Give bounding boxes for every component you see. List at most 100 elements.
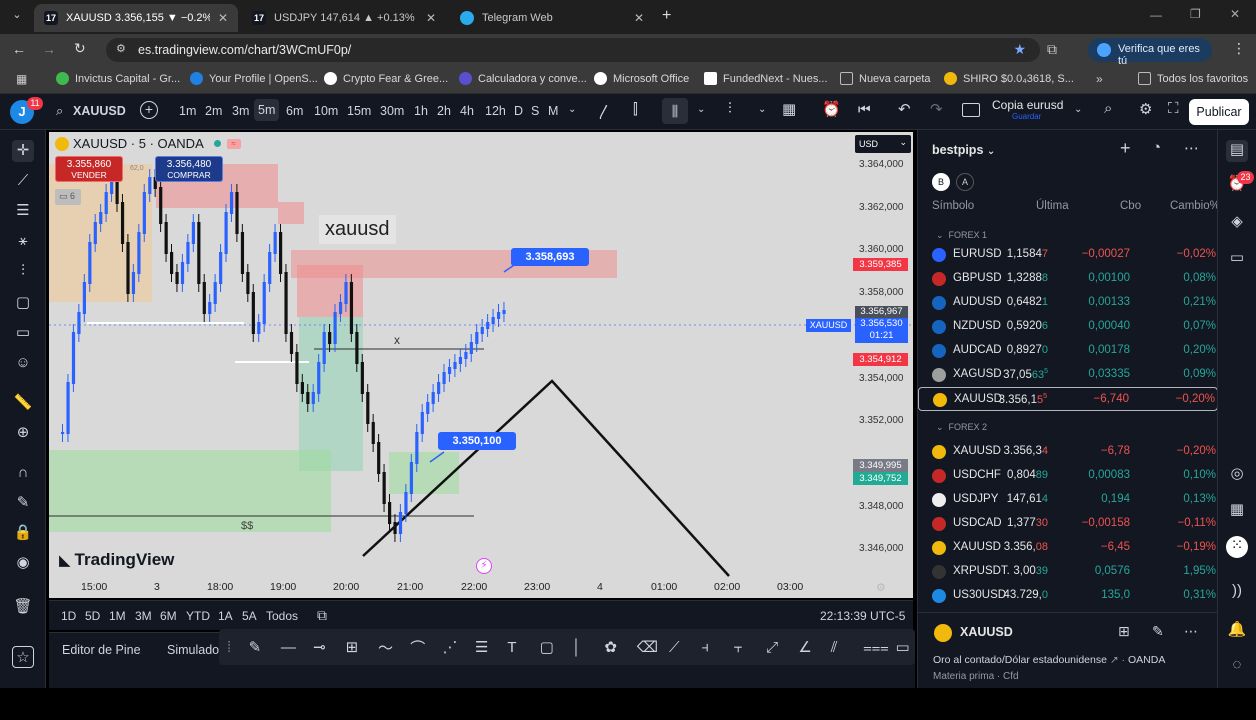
range-3M[interactable]: 3M (135, 609, 152, 623)
interval-2m[interactable]: 2m (205, 104, 222, 118)
external-link-icon[interactable]: ↗ · (1110, 654, 1128, 666)
measure-icon[interactable]: ⤢ (766, 639, 798, 656)
chevron-down-icon[interactable]: ⌄ (697, 104, 705, 115)
publish-button[interactable]: Publicar (1189, 99, 1249, 125)
range-1A[interactable]: 1A (218, 609, 233, 623)
watchlist-row[interactable]: USDJPY 147,614 0,194 0,13% (918, 488, 1218, 512)
currency-select[interactable]: USD ⌄ (855, 135, 911, 153)
clock[interactable]: 22:13:39 UTC-5 (820, 609, 905, 623)
range-Todos[interactable]: Todos (266, 609, 298, 623)
rectangle-icon[interactable]: ▢ (540, 638, 572, 656)
watchlist-title[interactable]: bestpips ⌄ (932, 143, 995, 157)
quantity-field[interactable]: ▭ 6 (55, 189, 81, 205)
fullscreen-icon[interactable]: ⛶ (1168, 100, 1179, 117)
pen-icon[interactable]: ✎ (249, 638, 281, 656)
pattern-icon[interactable]: ⋰ (443, 638, 475, 656)
watchlist-row[interactable]: US30USD 43.729,0 135,0 0,31% (918, 584, 1218, 608)
watchlist-row[interactable]: XAUUSD 3.356,08 −6,45 −0,19% (918, 536, 1218, 560)
long-position-icon[interactable]: ⫞ (701, 639, 733, 656)
interval-30m[interactable]: 30m (380, 104, 404, 118)
shapes-icon[interactable]: ▢ (12, 292, 34, 314)
url-input[interactable]: ⚙ es.tradingview.com/chart/3WCmUF0p/ ★ (106, 38, 1040, 62)
interval-4h[interactable]: 4h (460, 104, 474, 118)
range-YTD[interactable]: YTD (186, 609, 210, 623)
advanced-view-icon[interactable]: ◔ (1152, 139, 1161, 156)
curve-icon[interactable]: ⌒ (410, 637, 442, 658)
replay-icon[interactable]: ⏮ (858, 101, 871, 118)
apps-icon[interactable]: ⁙ (1226, 536, 1248, 558)
maximize-button[interactable]: ❐ (1190, 7, 1201, 21)
flag-filter-b[interactable]: B (932, 173, 950, 191)
bookmark-item[interactable]: Calculadora y conve... (459, 72, 587, 85)
browser-menu-icon[interactable]: ⋮ (1232, 40, 1246, 57)
more-bookmarks-icon[interactable]: » (1096, 72, 1103, 86)
lock-drawings-icon[interactable]: ✎ (12, 492, 34, 514)
col-symbol[interactable]: Símbolo (932, 200, 974, 212)
crosshair-icon[interactable]: ✛ (12, 140, 34, 162)
watchlist-row[interactable]: XAUUSD 3.356,34 −6,78 −0,20% (918, 440, 1218, 464)
emoji-icon[interactable]: ☺ (12, 352, 34, 374)
range-1D[interactable]: 1D (61, 609, 76, 623)
window-close-button[interactable]: ✕ (1230, 7, 1240, 21)
bookmark-item[interactable]: SHIRO $0.0₄3618, S... (944, 72, 1074, 85)
interval-1h[interactable]: 1h (414, 104, 428, 118)
indicators-icon[interactable]: ⫶ (728, 100, 732, 117)
position-icon[interactable]: ⫶ (12, 260, 34, 282)
watchlist-row[interactable]: NZDUSD 0,59206 0,00040 0,07% (918, 315, 1218, 339)
all-favorites-folder[interactable]: Todos los favoritos (1138, 72, 1248, 85)
add-symbol-icon[interactable]: + (1120, 138, 1131, 159)
settings-icon[interactable]: ⚙ (876, 581, 886, 594)
news-icon[interactable]: )) (1226, 582, 1248, 604)
tab-search-button[interactable]: ⌄ (8, 8, 26, 26)
price-callout-high[interactable]: 3.358,693 (511, 248, 589, 266)
watchlist-row[interactable]: USDCAD 1,37730 −0,00158 −0,11% (918, 512, 1218, 536)
symbol-search[interactable]: XAUUSD (73, 104, 126, 118)
watchlist-row[interactable]: XRPUSDT. 3,0039 0,0576 1,95% (918, 560, 1218, 584)
watchlist-row[interactable]: EURUSD 1,15847 −0,00027 −0,02% (918, 243, 1218, 267)
search-icon[interactable]: ⌕ (56, 103, 63, 119)
col-change[interactable]: Cbo (1120, 200, 1141, 212)
interval-D[interactable]: D (514, 104, 523, 118)
layout-grid-icon[interactable]: ▦ (782, 100, 796, 118)
bookmark-item[interactable]: Microsoft Office (594, 72, 689, 85)
grid-icon[interactable]: ⊞ (346, 638, 378, 656)
interval-6m[interactable]: 6m (286, 104, 303, 118)
magnet-icon[interactable]: ∩ (12, 462, 34, 484)
short-position-icon[interactable]: ⫟ (734, 639, 766, 656)
range-6M[interactable]: 6M (160, 609, 177, 623)
back-icon[interactable]: ← (12, 41, 26, 57)
chart-text-annotation[interactable]: xauusd (319, 215, 396, 244)
more-options-icon[interactable]: ⋯ (1184, 139, 1199, 157)
interval-S[interactable]: S (531, 104, 539, 118)
calendar-icon[interactable]: ▦ (1226, 500, 1248, 522)
fib-retracement-icon[interactable]: ☰ (12, 200, 34, 222)
pattern-icon[interactable]: ⚹ (12, 230, 34, 252)
edit-icon[interactable]: ✎ (1152, 623, 1164, 640)
regression-icon[interactable]: ⩶ (863, 639, 895, 656)
chart-pane[interactable]: x $$ XAUUSD · 5 · OANDA ≈ 3.355,860 VEND… (49, 132, 913, 598)
notifications-icon[interactable]: 🔔 (1226, 620, 1248, 642)
bookmark-item[interactable]: Invictus Capital - Gr... (56, 72, 180, 85)
bookmark-item[interactable]: FundedNext - Nues... (704, 72, 828, 85)
extensions-icon[interactable]: ⧉ (1047, 41, 1057, 58)
horizontal-ray-icon[interactable]: ⊸ (313, 638, 345, 656)
eraser-icon[interactable]: ⌫ (637, 638, 669, 656)
price-callout-low[interactable]: 3.350,100 (438, 432, 516, 450)
watchlist-row[interactable]: XAGUSD 37,05635 0,03335 0,09% (918, 363, 1218, 387)
sell-button[interactable]: 3.355,860 VENDER (55, 156, 123, 182)
help-icon[interactable]: ◌ (1226, 656, 1248, 678)
chevron-down-icon[interactable]: ⌄ (758, 104, 766, 115)
candles-icon[interactable]: ⫿ (633, 101, 638, 118)
lightning-icon[interactable]: ⚡ (476, 558, 492, 574)
line-chart-icon[interactable]: 〳 (597, 101, 612, 122)
bookmark-item[interactable]: Crypto Fear & Gree... (324, 72, 448, 85)
interval-2h[interactable]: 2h (437, 104, 451, 118)
comment-icon[interactable]: ▭ (895, 638, 915, 656)
zoom-icon[interactable]: ⊕ (12, 422, 34, 444)
ruler-icon[interactable]: 📏 (12, 392, 34, 414)
ray-icon[interactable]: ⟋ (669, 639, 701, 656)
trend-angle-icon[interactable]: ∠ (798, 638, 830, 656)
interval-M[interactable]: M (548, 104, 558, 118)
chat-icon[interactable]: ▭ (1226, 248, 1248, 270)
layout-icon[interactable] (962, 103, 980, 117)
